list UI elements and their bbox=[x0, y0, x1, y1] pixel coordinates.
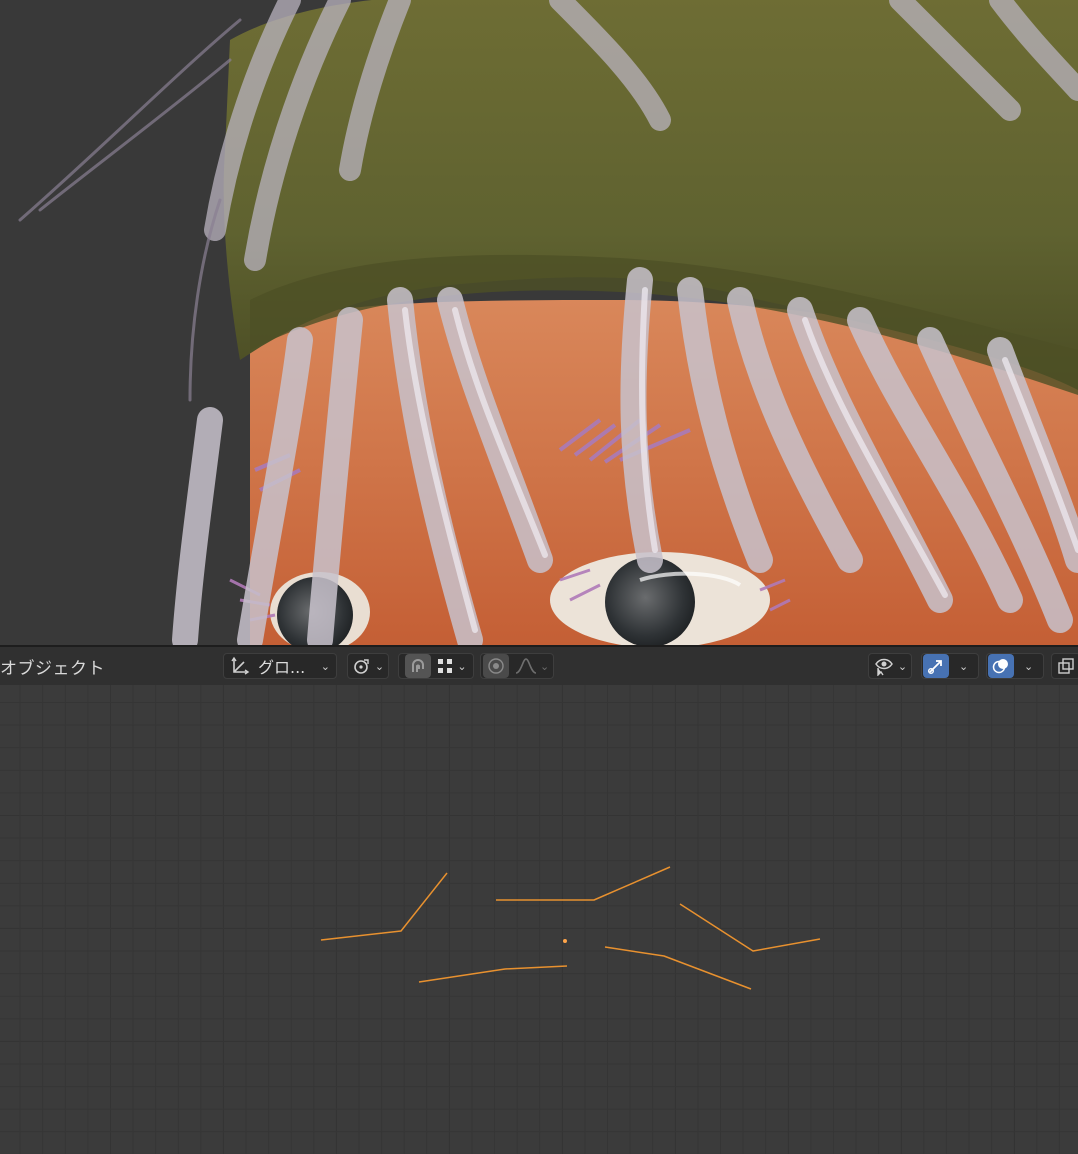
orientation-axes-icon bbox=[231, 656, 250, 675]
magnet-snap-icon bbox=[412, 659, 425, 672]
proportional-edit-icon bbox=[488, 658, 504, 674]
proportional-edit-toggle[interactable] bbox=[483, 654, 509, 678]
solid-viewport[interactable] bbox=[0, 685, 1078, 1154]
hair-curve bbox=[418, 965, 568, 983]
render-image bbox=[18, 0, 1078, 645]
pivot-point-dropdown[interactable]: ⌄ bbox=[347, 653, 389, 679]
hair-curve bbox=[679, 903, 821, 952]
selectability-dropdown[interactable]: ⌄ bbox=[868, 653, 912, 679]
gizmo-toggle[interactable] bbox=[923, 654, 949, 678]
chevron-down-icon: ⌄ bbox=[540, 659, 550, 673]
hair-curves bbox=[320, 866, 821, 990]
xray-toggle[interactable] bbox=[1051, 653, 1078, 679]
overlay-circles-icon bbox=[992, 659, 1008, 674]
hair-curve bbox=[320, 872, 448, 941]
render-viewport[interactable] bbox=[0, 0, 1078, 645]
hair-curve bbox=[604, 946, 752, 990]
pivot-point-icon bbox=[354, 659, 369, 674]
orientation-value: グロ... bbox=[258, 658, 306, 677]
gizmo-group: ⌄ bbox=[921, 653, 979, 679]
xray-toggle-icon bbox=[1058, 658, 1074, 674]
snap-grid-icon bbox=[438, 659, 453, 673]
chevron-down-icon: ⌄ bbox=[320, 659, 330, 673]
gizmo-dropdown[interactable]: ⌄ bbox=[959, 660, 968, 673]
proportional-edit-group: ⌄ bbox=[480, 653, 554, 679]
falloff-curve-icon bbox=[515, 658, 537, 674]
object-origin bbox=[563, 939, 567, 943]
chevron-down-icon: ⌄ bbox=[457, 659, 467, 673]
chevron-down-icon: ⌄ bbox=[374, 659, 385, 673]
hair-curve bbox=[496, 866, 671, 901]
overlay-toggle[interactable] bbox=[988, 654, 1014, 678]
snap-toggle[interactable] bbox=[405, 654, 432, 678]
transform-orientation-dropdown[interactable]: グロ... ⌄ bbox=[223, 653, 337, 679]
eye-selectability-icon bbox=[874, 658, 893, 676]
overlay-group: ⌄ bbox=[986, 653, 1044, 679]
snap-target-dropdown[interactable]: ⌄ bbox=[436, 657, 467, 675]
mode-label-text: オブジェクト bbox=[0, 658, 105, 679]
gizmo-arrow-icon bbox=[928, 660, 942, 674]
object-mode-label[interactable]: オブジェクト bbox=[0, 647, 105, 685]
overlay-dropdown[interactable]: ⌄ bbox=[1024, 660, 1033, 673]
snap-group: ⌄ bbox=[398, 653, 474, 679]
chevron-down-icon: ⌄ bbox=[897, 659, 908, 673]
falloff-dropdown[interactable]: ⌄ bbox=[515, 657, 549, 675]
viewport-header: オブジェクト グロ... ⌄ ⌄ ⌄ ⌄ ⌄ ⌄ ⌄ bbox=[0, 645, 1078, 685]
